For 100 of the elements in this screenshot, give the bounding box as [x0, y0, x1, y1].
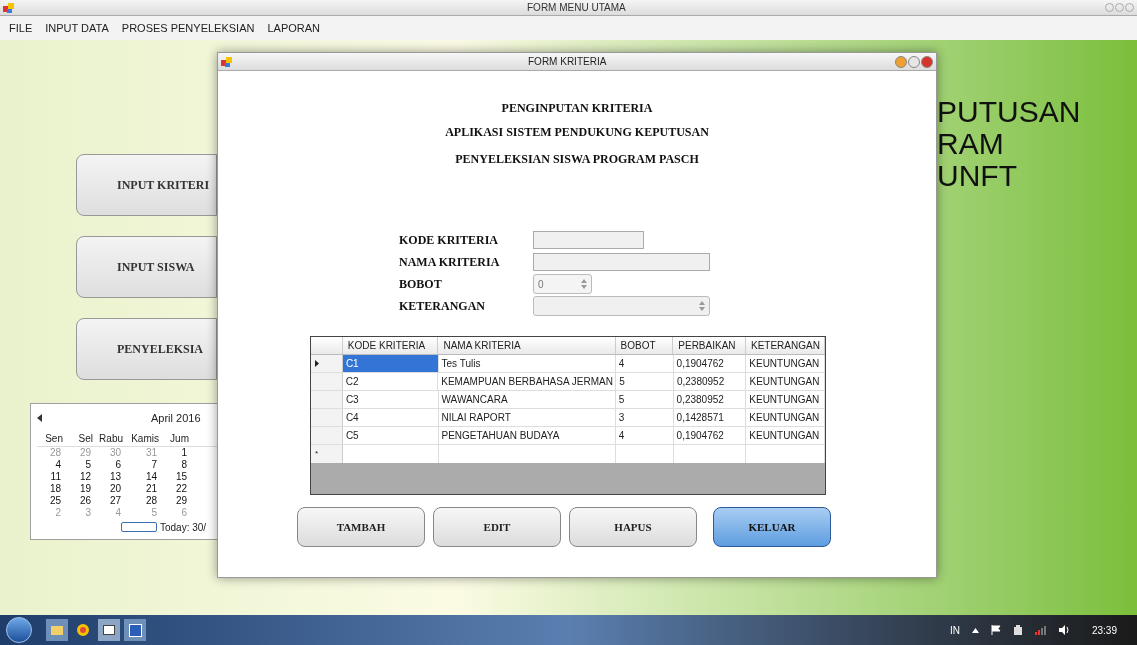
- table-cell: 4: [615, 427, 674, 444]
- minimize-button[interactable]: [895, 55, 907, 68]
- table-cell: KEUNTUNGAN: [746, 391, 825, 408]
- text-field[interactable]: [533, 231, 644, 249]
- text-field[interactable]: [533, 253, 710, 271]
- menu-button[interactable]: INPUT SISWA: [76, 236, 217, 298]
- table-cell: 3: [615, 409, 674, 426]
- weekday-label: Kamis: [130, 431, 160, 446]
- table-cell: 5: [616, 373, 674, 390]
- window-title: FORM MENU UTAMA: [527, 1, 626, 15]
- column-header[interactable]: KODE KRITERIA: [342, 337, 439, 354]
- power-icon[interactable]: [1012, 624, 1023, 636]
- field-label: NAMA KRITERIA: [399, 254, 501, 271]
- banner-text: RAM: [937, 128, 1005, 160]
- document-app-icon[interactable]: [124, 619, 146, 641]
- calendar-day[interactable]: 6: [97, 458, 127, 471]
- calendar-day[interactable]: 27: [97, 494, 127, 507]
- calendar-day[interactable]: 8: [163, 458, 193, 471]
- table-cell: 0,2380952: [673, 391, 747, 408]
- heading: APLIKASI SISTEM PENDUKUNG KEPUTUSAN: [445, 124, 709, 141]
- field-label: KETERANGAN: [399, 298, 486, 315]
- table-cell: KEUNTUNGAN: [746, 355, 825, 372]
- banner-text: UNFT: [937, 160, 1018, 192]
- number-spinner[interactable]: 0: [533, 274, 592, 294]
- previous-month-icon[interactable]: [37, 414, 43, 423]
- column-header[interactable]: PERBAIKAN: [673, 337, 746, 354]
- app-icon: [3, 1, 15, 14]
- row-header[interactable]: [311, 355, 343, 372]
- field-label: KODE KRITERIA: [399, 232, 500, 249]
- calendar-day[interactable]: 18: [37, 482, 67, 495]
- today-link[interactable]: Today: 30/: [160, 519, 207, 535]
- table-cell: 0,1904762: [673, 427, 747, 444]
- action-button[interactable]: HAPUS: [569, 507, 697, 547]
- column-header[interactable]: NAMA KRITERIA: [438, 337, 616, 354]
- spinner-arrows-icon[interactable]: [581, 279, 587, 289]
- menu-item[interactable]: PROSES PENYELEKSIAN: [115, 19, 261, 37]
- calendar-day[interactable]: 4: [37, 458, 67, 471]
- calendar-day[interactable]: 20: [97, 482, 127, 495]
- calendar-day[interactable]: 14: [127, 470, 163, 483]
- action-button[interactable]: TAMBAH: [297, 507, 425, 547]
- calendar-day[interactable]: 11: [37, 470, 67, 483]
- menu-button[interactable]: INPUT KRITERI: [76, 154, 217, 216]
- table-cell: C4: [342, 409, 439, 426]
- table-cell: C2: [342, 373, 439, 390]
- table-cell: KEUNTUNGAN: [746, 373, 825, 390]
- action-button[interactable]: EDIT: [433, 507, 561, 547]
- maximize-button[interactable]: [908, 55, 920, 68]
- table-cell: NILAI RAPORT: [438, 409, 616, 426]
- table-cell: 0,1428571: [673, 409, 747, 426]
- flag-icon[interactable]: [990, 625, 1001, 635]
- language-indicator[interactable]: IN: [949, 622, 960, 638]
- weekday-label: Rabu: [98, 431, 124, 446]
- start-button[interactable]: [6, 617, 32, 643]
- menu-item[interactable]: INPUT DATA: [39, 19, 115, 37]
- column-header[interactable]: BOBOT: [615, 337, 674, 354]
- table-cell: KEUNTUNGAN: [746, 427, 825, 444]
- table-cell: WAWANCARA: [438, 391, 616, 408]
- table-cell: KEMAMPUAN BERBAHASA JERMAN: [438, 373, 617, 390]
- column-header[interactable]: KETERANGAN: [746, 337, 825, 354]
- menu-item[interactable]: LAPORAN: [261, 19, 327, 37]
- show-hidden-icons-icon[interactable]: [971, 627, 979, 633]
- action-button[interactable]: KELUAR: [713, 507, 831, 547]
- window-icon[interactable]: [98, 619, 120, 641]
- table-cell: C5: [342, 427, 439, 444]
- spinner-arrows-icon[interactable]: [699, 301, 705, 311]
- calendar-day[interactable]: 7: [127, 458, 163, 471]
- table-cell: 0,1904762: [673, 355, 747, 372]
- heading: PENGINPUTAN KRITERIA: [501, 100, 653, 117]
- menu-button[interactable]: PENYELEKSIA: [76, 318, 217, 380]
- table-cell: 4: [615, 355, 674, 372]
- app-icon: [221, 55, 233, 68]
- table-cell: Tes Tulis: [438, 355, 616, 372]
- network-icon[interactable]: [1034, 625, 1047, 635]
- month-title: April 2016: [151, 411, 201, 426]
- calendar-day[interactable]: 15: [163, 470, 193, 483]
- weekday-label: Sel: [77, 431, 94, 446]
- menu-item[interactable]: FILE: [3, 19, 39, 37]
- calendar-day[interactable]: 21: [127, 482, 163, 495]
- data-grid[interactable]: [310, 336, 826, 495]
- today-marker-icon: [121, 522, 157, 532]
- dropdown-field[interactable]: [533, 296, 710, 316]
- calendar-day[interactable]: 29: [163, 494, 193, 507]
- calendar-day[interactable]: 22: [163, 482, 193, 495]
- calendar-day[interactable]: 13: [97, 470, 127, 483]
- weekday-label: Sen: [44, 431, 64, 446]
- calendar-day[interactable]: 1: [163, 446, 193, 459]
- table-cell: PENGETAHUAN BUDAYA: [438, 427, 616, 444]
- calendar-day[interactable]: 26: [67, 494, 97, 507]
- calendar-day[interactable]: 12: [67, 470, 97, 483]
- close-button[interactable]: [921, 55, 933, 68]
- current-row-icon: [315, 360, 319, 367]
- heading: PENYELEKSIAN SISWA PROGRAM PASCH: [455, 151, 699, 168]
- clock[interactable]: 23:39: [1091, 622, 1117, 638]
- table-cell: C1: [342, 355, 439, 372]
- calendar-day[interactable]: 28: [127, 494, 163, 507]
- calendar-day[interactable]: 25: [37, 494, 67, 507]
- calendar-day[interactable]: 5: [67, 458, 97, 471]
- volume-icon[interactable]: [1058, 625, 1070, 635]
- table-cell: 0,2380952: [673, 373, 747, 390]
- calendar-day[interactable]: 19: [67, 482, 97, 495]
